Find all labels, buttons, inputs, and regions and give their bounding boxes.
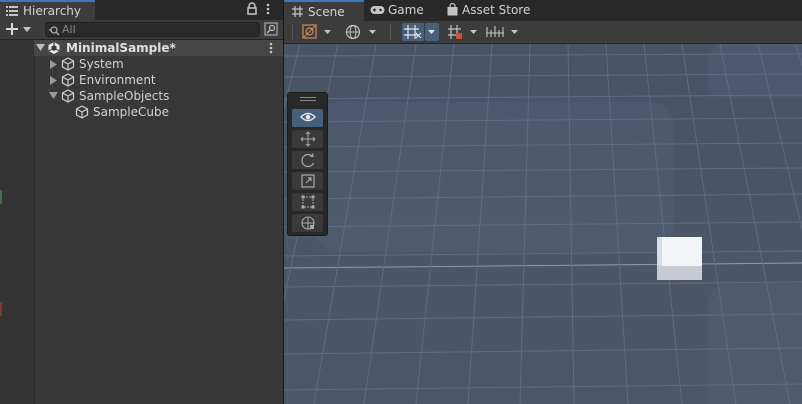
snap-increment-button[interactable] bbox=[446, 23, 482, 41]
hierarchy-tab-label: Hierarchy bbox=[23, 4, 82, 18]
scene-grid bbox=[284, 44, 802, 404]
scene-toolbar bbox=[284, 21, 802, 44]
rect-icon bbox=[301, 195, 314, 209]
toolbar-separator bbox=[292, 24, 293, 40]
gameobject-cube-icon bbox=[61, 73, 75, 87]
rotate-icon bbox=[301, 153, 314, 168]
sample-cube[interactable] bbox=[657, 237, 702, 280]
hierarchy-item-label: SampleObjects bbox=[79, 89, 170, 103]
eye-icon bbox=[299, 112, 316, 122]
rotate-tool[interactable] bbox=[292, 151, 323, 169]
hierarchy-toolbar bbox=[0, 20, 283, 40]
toolbar-separator bbox=[390, 24, 391, 40]
tab-label: Asset Store bbox=[462, 3, 531, 17]
hierarchy-tab[interactable]: Hierarchy bbox=[0, 0, 95, 20]
unity-scene-icon bbox=[47, 41, 61, 55]
scale-tool[interactable] bbox=[292, 172, 323, 190]
gutter-marker bbox=[0, 302, 2, 316]
hierarchy-item-label: System bbox=[79, 57, 124, 71]
transform-tool[interactable] bbox=[292, 214, 323, 232]
lock-icon[interactable] bbox=[246, 2, 258, 16]
scene-tab-bar: Scene Game Asset Store bbox=[284, 0, 802, 21]
hierarchy-panel: Hierarchy Minim bbox=[0, 0, 283, 404]
gamepad-icon bbox=[370, 5, 385, 15]
collapsed-arrow-icon[interactable] bbox=[50, 60, 57, 69]
scene-view-mode-button[interactable] bbox=[342, 23, 382, 41]
move-arrows-icon bbox=[300, 131, 315, 147]
increment-snap-button[interactable] bbox=[484, 23, 524, 41]
hierarchy-search[interactable] bbox=[45, 22, 260, 37]
tab-asset-store[interactable]: Asset Store bbox=[440, 0, 536, 21]
add-object-button[interactable] bbox=[5, 21, 35, 38]
scene-row[interactable]: MinimalSample* bbox=[34, 40, 283, 56]
draw-mode-button[interactable] bbox=[300, 23, 336, 41]
expanded-arrow-icon[interactable] bbox=[49, 92, 58, 100]
collapsed-arrow-icon[interactable] bbox=[50, 76, 57, 85]
search-icon bbox=[49, 24, 61, 36]
shopping-bag-icon bbox=[447, 3, 458, 16]
expand-arrow-icon[interactable] bbox=[36, 44, 45, 52]
grid-snap-toggle[interactable] bbox=[402, 23, 424, 41]
scene-viewport[interactable] bbox=[284, 44, 802, 404]
hierarchy-item[interactable]: SampleCube bbox=[34, 104, 283, 120]
hierarchy-item-label: SampleCube bbox=[93, 105, 169, 119]
list-icon bbox=[6, 6, 18, 16]
hierarchy-item[interactable]: Environment bbox=[34, 72, 283, 88]
hierarchy-item[interactable]: SampleObjects bbox=[34, 88, 283, 104]
gameobject-cube-icon bbox=[61, 57, 75, 71]
hierarchy-tab-bar: Hierarchy bbox=[0, 0, 283, 20]
tab-scene[interactable]: Scene bbox=[284, 0, 364, 21]
scene-name: MinimalSample* bbox=[66, 41, 176, 55]
gutter-marker bbox=[0, 190, 2, 204]
gameobject-cube-icon bbox=[61, 89, 75, 103]
scene-menu-icon[interactable] bbox=[269, 42, 273, 54]
scene-tools-overlay bbox=[287, 92, 328, 236]
drag-handle[interactable] bbox=[300, 97, 316, 101]
transform-icon bbox=[300, 216, 315, 230]
hierarchy-item[interactable]: System bbox=[34, 56, 283, 72]
scene-panel: Scene Game Asset Store bbox=[284, 0, 802, 404]
hierarchy-item-label: Environment bbox=[79, 73, 156, 87]
rect-tool[interactable] bbox=[292, 193, 323, 211]
tab-label: Scene bbox=[308, 5, 345, 19]
search-input[interactable] bbox=[62, 23, 252, 36]
gameobject-cube-icon bbox=[75, 105, 89, 119]
hierarchy-gutter bbox=[0, 40, 35, 404]
tab-label: Game bbox=[388, 3, 424, 17]
hierarchy-menu-icon[interactable] bbox=[266, 3, 270, 15]
tab-game[interactable]: Game bbox=[364, 0, 440, 21]
scale-icon bbox=[300, 174, 315, 188]
grid-options-dropdown[interactable] bbox=[425, 23, 439, 41]
find-references-icon[interactable] bbox=[264, 22, 278, 36]
move-tool[interactable] bbox=[292, 130, 323, 148]
view-tool[interactable] bbox=[292, 109, 323, 127]
hash-icon bbox=[292, 6, 303, 17]
